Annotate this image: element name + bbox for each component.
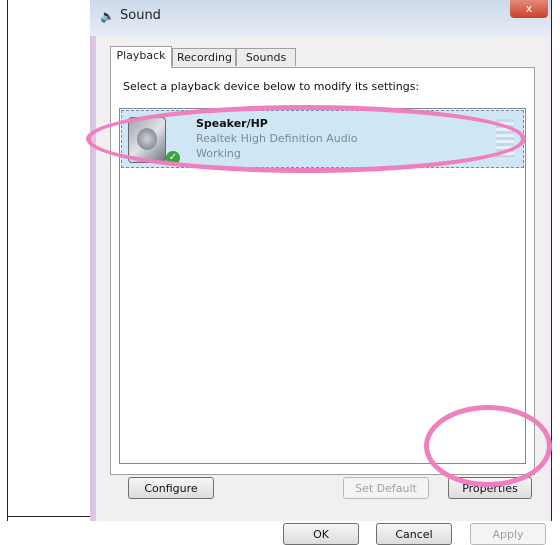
highlight-ring-device [86,105,526,173]
close-button[interactable]: x [510,0,548,18]
set-default-button[interactable]: Set Default [343,477,429,499]
configure-button[interactable]: Configure [128,477,214,499]
tab-playback[interactable]: Playback [110,46,172,68]
title-bar[interactable]: 🔈 Sound x [90,0,551,36]
instruction-text: Select a playback device below to modify… [123,80,420,93]
highlight-ring-properties [424,405,552,487]
cancel-button[interactable]: Cancel [376,523,452,545]
ok-button[interactable]: OK [283,523,359,545]
frame-left-border [7,0,8,521]
speaker-small-icon: 🔈 [100,9,115,23]
tab-sounds[interactable]: Sounds [236,48,296,66]
apply-button[interactable]: Apply [470,523,546,545]
tab-recording[interactable]: Recording [172,48,236,66]
window-title: Sound [120,8,161,23]
